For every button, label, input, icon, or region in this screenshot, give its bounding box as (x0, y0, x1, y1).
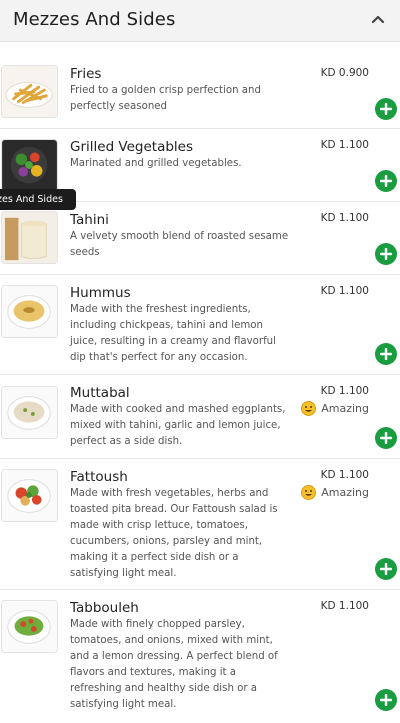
item-description: Fried to a golden crisp perfection and p… (70, 85, 261, 112)
plus-icon (380, 248, 392, 260)
item-image (1, 386, 58, 439)
item-image (1, 139, 58, 192)
add-to-cart-button[interactable] (375, 170, 397, 192)
plus-icon (380, 694, 392, 706)
rating-badge-label: Amazing (321, 486, 369, 499)
item-name: Muttabal (70, 385, 130, 401)
tooltip-label: Mezzes And Sides (0, 194, 63, 205)
item-description: A velvety smooth blend of roasted sesame… (70, 231, 289, 258)
item-description: Made with the freshest ingredients, incl… (70, 304, 276, 363)
item-image (1, 469, 58, 522)
item-price: KD 1.100 (320, 469, 369, 481)
item-image (1, 600, 58, 653)
item-name: Grilled Vegetables (70, 139, 194, 155)
item-name: Hummus (70, 285, 131, 301)
smiley-icon (301, 485, 317, 500)
rating-badge: Amazing (301, 401, 369, 416)
item-price: KD 1.100 (320, 285, 369, 297)
item-price: KD 1.100 (320, 139, 369, 151)
item-image (1, 65, 58, 118)
item-price: KD 1.100 (320, 385, 369, 397)
menu-item[interactable]: Tahini A velvety smooth blend of roasted… (0, 202, 400, 275)
menu-item[interactable]: Muttabal Made with cooked and mashed egg… (0, 375, 400, 459)
item-image (1, 211, 58, 264)
add-to-cart-button[interactable] (375, 98, 397, 120)
item-description: Made with cooked and mashed eggplants, m… (70, 404, 286, 447)
menu-item[interactable]: Fries Fried to a golden crisp perfection… (0, 46, 400, 129)
item-price: KD 0.900 (320, 67, 369, 79)
smiley-icon (301, 401, 317, 416)
plus-icon (380, 103, 392, 115)
item-image (1, 285, 58, 338)
item-name: Fries (70, 66, 102, 82)
item-price: KD 1.100 (320, 212, 369, 224)
plus-icon (380, 175, 392, 187)
plus-icon (380, 563, 392, 575)
plus-icon (380, 348, 392, 360)
menu-item[interactable]: Tabbouleh Made with finely chopped parsl… (0, 590, 400, 723)
item-name: Tahini (70, 212, 109, 228)
item-description: Made with finely chopped parsley, tomato… (70, 619, 278, 710)
rating-badge-label: Amazing (321, 402, 369, 415)
add-to-cart-button[interactable] (375, 343, 397, 365)
menu-item[interactable]: Fattoush Made with fresh vegetables, her… (0, 459, 400, 590)
category-tooltip: Mezzes And Sides (0, 189, 76, 210)
add-to-cart-button[interactable] (375, 243, 397, 265)
menu-item[interactable]: Hummus Made with the freshest ingredient… (0, 275, 400, 375)
plus-icon (380, 432, 392, 444)
section-title: Mezzes And Sides (13, 9, 176, 30)
add-to-cart-button[interactable] (375, 689, 397, 711)
item-name: Tabbouleh (70, 600, 139, 616)
section-header[interactable]: Mezzes And Sides (0, 0, 400, 42)
chevron-up-icon[interactable] (366, 9, 390, 29)
item-name: Fattoush (70, 469, 128, 485)
add-to-cart-button[interactable] (375, 558, 397, 580)
item-description: Marinated and grilled vegetables. (70, 158, 242, 169)
rating-badge: Amazing (301, 485, 369, 500)
item-price: KD 1.100 (320, 600, 369, 612)
add-to-cart-button[interactable] (375, 427, 397, 449)
item-description: Made with fresh vegetables, herbs and to… (70, 488, 278, 579)
